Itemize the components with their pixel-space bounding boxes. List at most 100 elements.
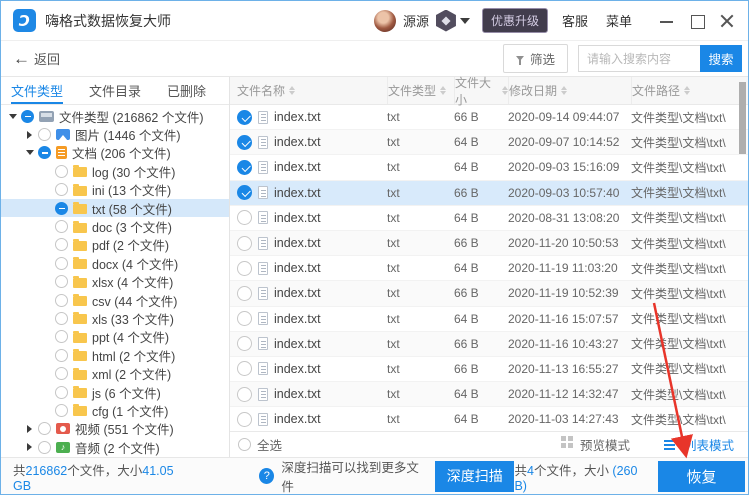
tree-item[interactable]: cfg (1 个文件) (1, 401, 229, 419)
tree-checkbox[interactable] (55, 348, 68, 362)
table-row[interactable]: index.txt txt 66 B 2020-11-13 16:55:27 文… (230, 357, 748, 383)
tree-item[interactable]: xlsx (4 个文件) (1, 273, 229, 291)
tree-checkbox[interactable] (38, 146, 51, 160)
table-row[interactable]: index.txt txt 66 B 2020-11-20 10:50:53 文… (230, 230, 748, 257)
table-row[interactable]: index.txt txt 64 B 2020-11-16 15:07:57 文… (230, 307, 748, 332)
tree-item[interactable]: 视频 (551 个文件) (1, 420, 229, 438)
row-checkbox[interactable] (237, 159, 252, 175)
back-button[interactable]: ← 返回 (13, 49, 60, 68)
row-checkbox[interactable] (237, 386, 252, 402)
tree-item[interactable]: html (2 个文件) (1, 346, 229, 364)
tree-checkbox[interactable] (55, 293, 68, 307)
table-row[interactable]: index.txt txt 64 B 2020-11-12 14:32:47 文… (230, 382, 748, 408)
sort-icon[interactable] (289, 86, 295, 95)
tree-checkbox[interactable] (55, 238, 68, 252)
row-checkbox[interactable] (237, 285, 252, 301)
tab-file-directory[interactable]: 文件目录 (89, 77, 141, 104)
tree-checkbox[interactable] (55, 183, 68, 197)
tree-item[interactable]: js (6 个文件) (1, 383, 229, 401)
tree-item[interactable]: 音频 (2 个文件) (1, 438, 229, 456)
row-checkbox[interactable] (237, 411, 252, 427)
row-checkbox[interactable] (237, 185, 252, 201)
tree-item[interactable]: docx (4 个文件) (1, 254, 229, 272)
table-row[interactable]: index.txt txt 64 B 2020-09-07 10:14:52 文… (230, 130, 748, 156)
tree-checkbox[interactable] (21, 109, 34, 123)
help-icon[interactable]: ? (259, 468, 275, 484)
preview-mode-button[interactable]: 预览模式 (560, 435, 630, 454)
vertical-scrollbar[interactable] (739, 82, 746, 154)
tree-item[interactable]: log (30 个文件) (1, 162, 229, 180)
expand-arrow-icon[interactable] (6, 114, 19, 119)
tree-checkbox[interactable] (55, 220, 68, 234)
tree-item[interactable]: ini (13 个文件) (1, 181, 229, 199)
vip-badge-icon[interactable] (435, 9, 456, 32)
tree-checkbox[interactable] (55, 385, 68, 399)
column-header-path[interactable]: 文件路径 (631, 77, 748, 104)
tree-checkbox[interactable] (38, 128, 51, 142)
filter-button[interactable]: 筛选 (502, 44, 568, 73)
table-row[interactable]: index.txt txt 64 B 2020-11-03 14:27:43 文… (230, 407, 748, 431)
tree-checkbox[interactable] (38, 440, 51, 454)
tree-item[interactable]: csv (44 个文件) (1, 291, 229, 309)
row-checkbox[interactable] (237, 336, 252, 352)
tree-item[interactable]: xml (2 个文件) (1, 364, 229, 382)
row-checkbox[interactable] (237, 260, 252, 276)
avatar[interactable] (373, 9, 396, 32)
tree-item[interactable]: pdf (2 个文件) (1, 236, 229, 254)
tree-checkbox[interactable] (55, 201, 68, 215)
column-header-date[interactable]: 修改日期 (508, 77, 631, 104)
list-mode-button[interactable]: 列表模式 (663, 435, 734, 454)
expand-arrow-icon[interactable] (23, 443, 36, 451)
expand-arrow-icon[interactable] (23, 150, 36, 155)
tree-checkbox[interactable] (55, 275, 68, 289)
minimize-button[interactable] (654, 8, 680, 34)
tree-checkbox[interactable] (55, 256, 68, 270)
maximize-button[interactable] (684, 8, 710, 34)
table-row[interactable]: index.txt txt 64 B 2020-11-19 11:03:20 文… (230, 256, 748, 282)
table-row[interactable]: index.txt txt 66 B 2020-09-14 09:44:07 文… (230, 105, 748, 131)
expand-arrow-icon[interactable] (23, 131, 36, 139)
column-header-type[interactable]: 文件类型 (387, 77, 454, 104)
tree-item[interactable]: xls (33 个文件) (1, 309, 229, 327)
tree-checkbox[interactable] (55, 367, 68, 381)
table-row[interactable]: index.txt txt 66 B 2020-09-03 10:57:40 文… (230, 180, 748, 206)
chevron-down-icon[interactable] (459, 17, 470, 24)
tree-checkbox[interactable] (55, 164, 68, 178)
expand-arrow-icon[interactable] (23, 425, 36, 433)
row-checkbox[interactable] (237, 109, 252, 125)
row-checkbox[interactable] (237, 235, 252, 251)
table-row[interactable]: index.txt txt 66 B 2020-11-16 10:43:27 文… (230, 331, 748, 357)
column-header-name[interactable]: 文件名称 (230, 77, 387, 104)
deep-scan-button[interactable]: 深度扫描 (434, 460, 515, 492)
search-button[interactable]: 搜索 (700, 45, 742, 72)
search-input[interactable] (578, 45, 700, 72)
tree-checkbox[interactable] (55, 311, 68, 325)
sort-icon[interactable] (561, 86, 567, 95)
column-header-size[interactable]: 文件大小 (454, 76, 508, 107)
table-row[interactable]: index.txt txt 64 B 2020-09-03 15:16:09 文… (230, 155, 748, 181)
row-checkbox[interactable] (237, 210, 252, 226)
menu-button[interactable]: 菜单 (606, 11, 632, 30)
tree-checkbox[interactable] (55, 403, 68, 417)
table-row[interactable]: index.txt txt 66 B 2020-11-19 10:52:39 文… (230, 281, 748, 307)
tree-item[interactable]: txt (58 个文件) (1, 198, 229, 218)
tree-item[interactable]: doc (3 个文件) (1, 217, 229, 235)
row-checkbox[interactable] (237, 311, 252, 327)
row-checkbox[interactable] (237, 134, 252, 150)
sort-icon[interactable] (684, 86, 690, 95)
support-button[interactable]: 客服 (562, 11, 588, 30)
close-button[interactable] (714, 8, 740, 34)
tree-item[interactable]: 文档 (206 个文件) (1, 144, 229, 162)
tree-checkbox[interactable] (38, 422, 51, 436)
tab-file-type[interactable]: 文件类型 (11, 77, 64, 104)
row-checkbox[interactable] (237, 361, 252, 377)
tree-item[interactable]: 文件类型 (216862 个文件) (1, 107, 229, 125)
sort-icon[interactable] (440, 86, 446, 95)
tree-checkbox[interactable] (55, 330, 68, 344)
recover-button[interactable]: 恢复 (657, 460, 745, 492)
tab-deleted[interactable]: 已删除 (167, 77, 206, 104)
table-row[interactable]: index.txt txt 64 B 2020-08-31 13:08:20 文… (230, 206, 748, 231)
upgrade-button[interactable]: 优惠升级 (481, 8, 548, 33)
tree-item[interactable]: 图片 (1446 个文件) (1, 125, 229, 143)
select-all-checkbox[interactable]: 全选 (238, 435, 282, 454)
